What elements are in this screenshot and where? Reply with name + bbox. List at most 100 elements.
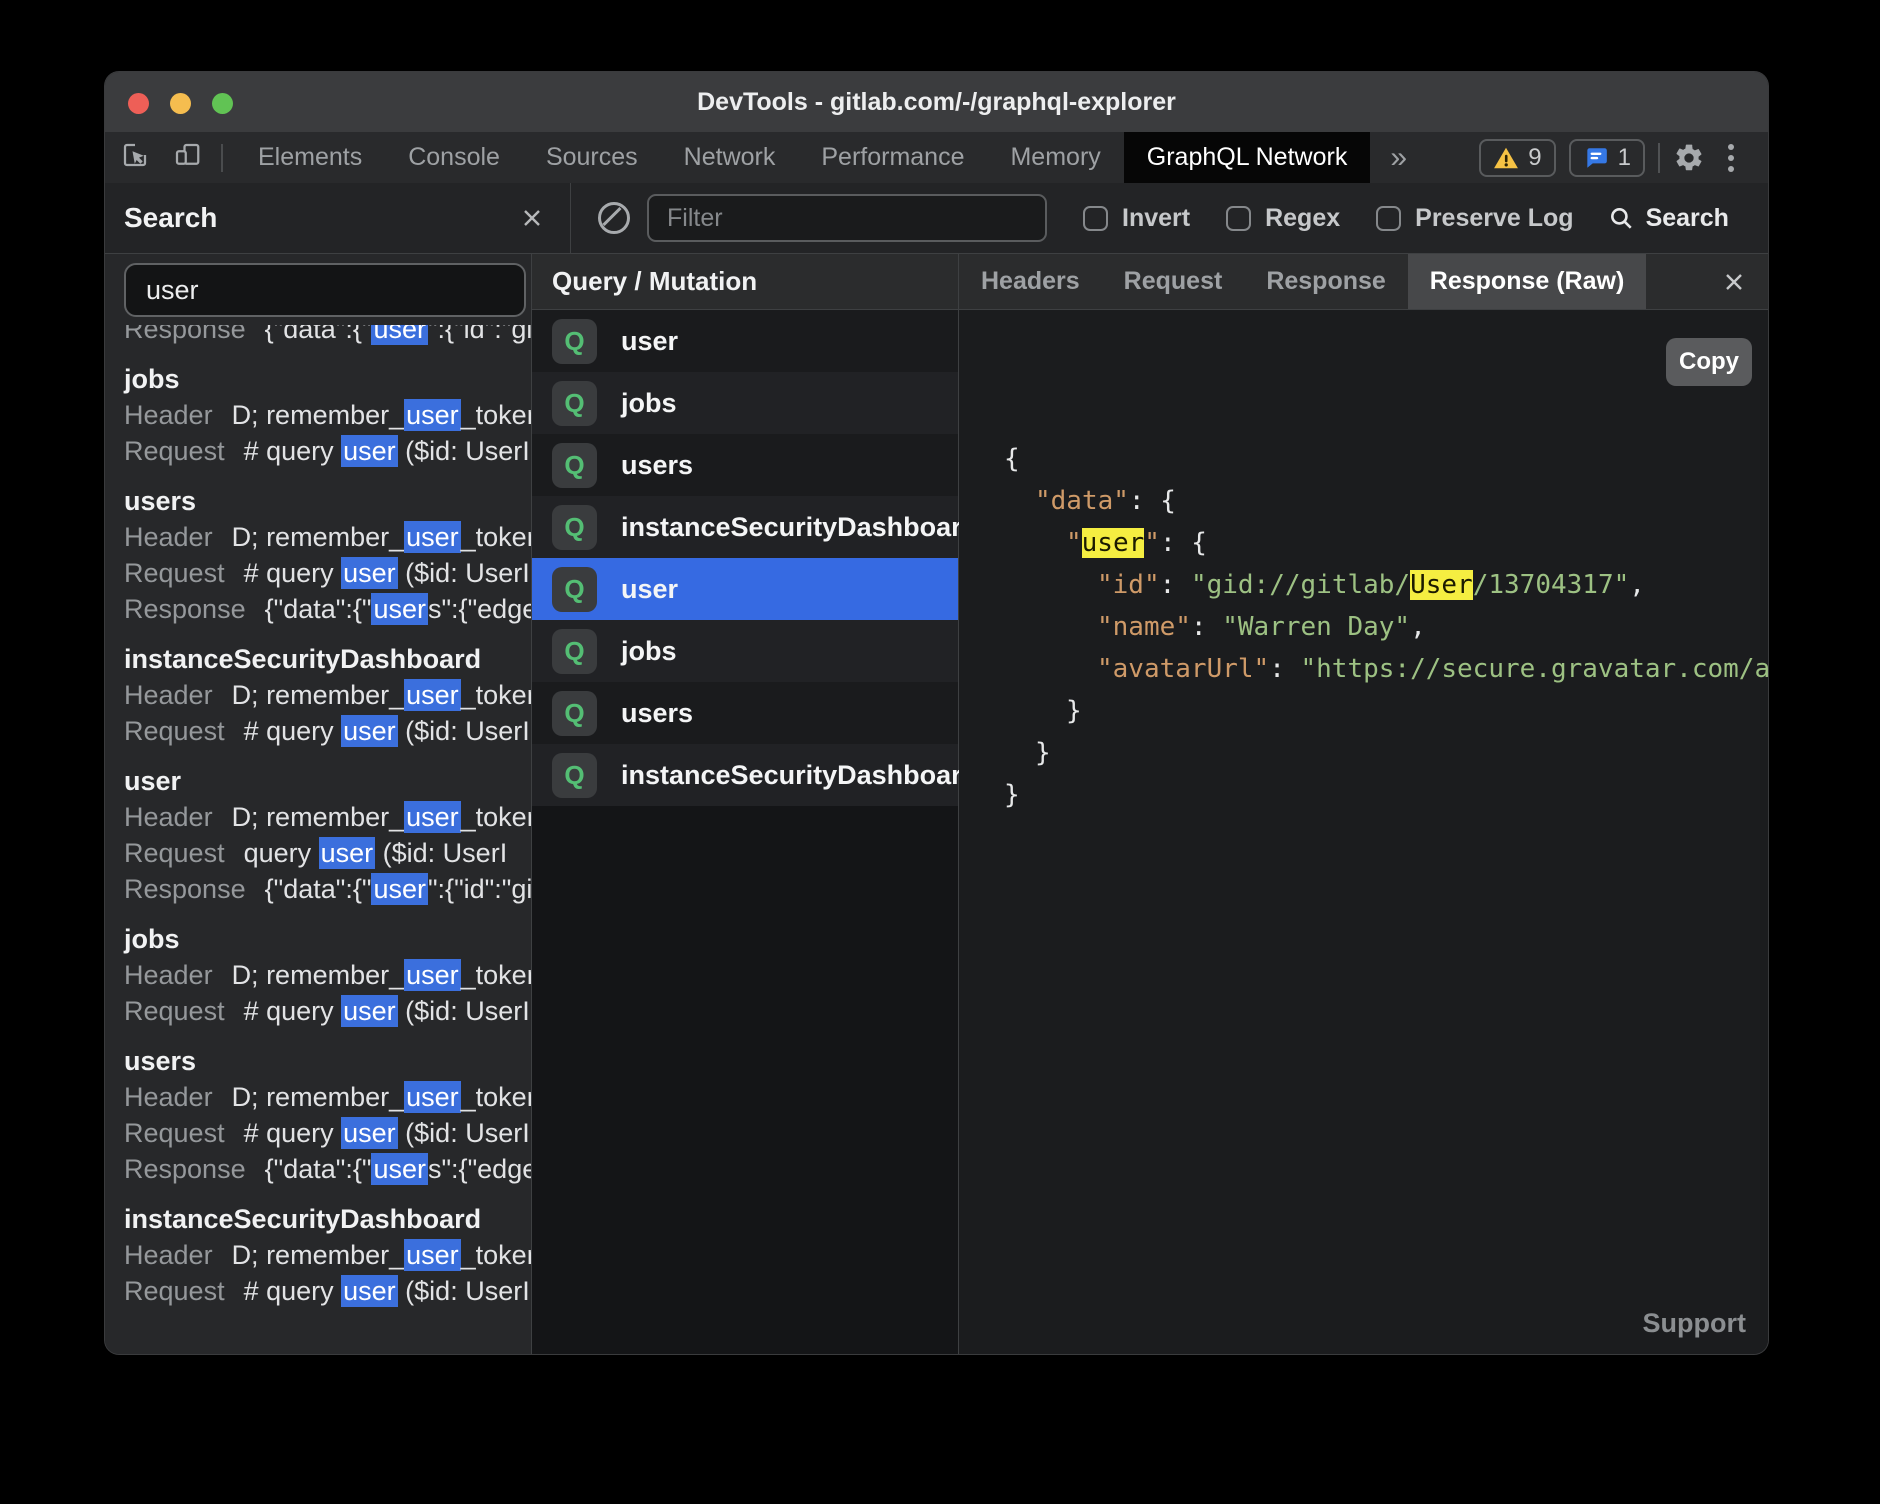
- search-result-group-title[interactable]: jobs: [124, 361, 531, 397]
- checkbox-box-icon[interactable]: [1226, 206, 1251, 231]
- match-highlight: user: [371, 593, 428, 625]
- search-result-line[interactable]: Request# query user ($id: UserI: [124, 1273, 531, 1309]
- json-line: {: [1004, 438, 1768, 480]
- tab-performance[interactable]: Performance: [798, 132, 987, 183]
- detail-tab-headers[interactable]: Headers: [959, 254, 1102, 309]
- tab-sources[interactable]: Sources: [523, 132, 661, 183]
- checkbox-preserve-log[interactable]: Preserve Log: [1376, 204, 1573, 233]
- search-result-group-title[interactable]: instanceSecurityDashboard: [124, 641, 531, 677]
- match-highlight: user: [341, 1117, 398, 1149]
- filter-input[interactable]: [647, 194, 1047, 242]
- search-result-group-title[interactable]: users: [124, 483, 531, 519]
- search-result-group-title[interactable]: users: [124, 1043, 531, 1079]
- tab-graphql-network[interactable]: GraphQL Network: [1124, 132, 1371, 183]
- result-line-label: Header: [124, 1082, 213, 1112]
- zoom-window-button[interactable]: [212, 93, 233, 114]
- settings-button[interactable]: [1673, 142, 1705, 174]
- clear-requests-icon[interactable]: [598, 202, 630, 234]
- match-highlight: user: [371, 325, 428, 345]
- match-highlight: user: [341, 557, 398, 589]
- issues-badge[interactable]: 1: [1569, 139, 1645, 177]
- search-result-line[interactable]: Response{"data":{"users":{"edges: [124, 1151, 531, 1187]
- search-result-line[interactable]: HeaderD; remember_user_token=e: [124, 957, 531, 993]
- search-result-line[interactable]: HeaderD; remember_user_token=e: [124, 519, 531, 555]
- result-line-label: Response: [124, 325, 246, 344]
- search-input[interactable]: [124, 263, 526, 317]
- search-result-line[interactable]: HeaderD; remember_user_token=e: [124, 677, 531, 713]
- checkbox-box-icon[interactable]: [1083, 206, 1108, 231]
- search-result-line[interactable]: HeaderD; remember_user_token=e: [124, 1079, 531, 1115]
- tab-memory[interactable]: Memory: [987, 132, 1123, 183]
- inspect-element-button[interactable]: [113, 132, 157, 183]
- search-result-line[interactable]: Response{"data":{"user":{"id":"gid: [124, 325, 531, 347]
- json-line: }: [1004, 774, 1768, 816]
- warning-count: 9: [1528, 144, 1541, 172]
- result-line-label: Response: [124, 874, 246, 904]
- copy-button[interactable]: Copy: [1666, 338, 1752, 386]
- query-list-item-jobs[interactable]: Qjobs: [532, 372, 958, 434]
- checkbox-regex[interactable]: Regex: [1226, 204, 1340, 233]
- tab-network[interactable]: Network: [661, 132, 799, 183]
- device-toolbar-icon: [172, 140, 202, 175]
- query-list: QuserQjobsQusersQinstanceSecurityDashboa…: [532, 310, 958, 806]
- response-raw-view: {"data": {"user": {"id": "gid://gitlab/U…: [959, 310, 1768, 1354]
- search-result-line[interactable]: Response{"data":{"users":{"edges: [124, 591, 531, 627]
- chat-bubble-icon: [1583, 145, 1609, 171]
- support-link[interactable]: Support: [1643, 1302, 1746, 1344]
- close-detail-panel-button[interactable]: [1714, 254, 1754, 309]
- search-result-group: instanceSecurityDashboardHeaderD; rememb…: [124, 1201, 531, 1309]
- detail-tab-bar: HeadersRequestResponseResponse (Raw): [959, 254, 1768, 310]
- match-highlight: user: [341, 715, 398, 747]
- search-result-line[interactable]: Request# query user ($id: UserI: [124, 1115, 531, 1151]
- match-highlight: user: [404, 1081, 461, 1113]
- search-result-group: jobsHeaderD; remember_user_token=eReques…: [124, 361, 531, 469]
- checkbox-invert[interactable]: Invert: [1083, 204, 1190, 233]
- search-result-line[interactable]: HeaderD; remember_user_token=e: [124, 397, 531, 433]
- search-result-line[interactable]: HeaderD; remember_user_token=e: [124, 799, 531, 835]
- match-highlight: user: [404, 959, 461, 991]
- tab-console[interactable]: Console: [385, 132, 523, 183]
- search-result-group-title[interactable]: instanceSecurityDashboard: [124, 1201, 531, 1237]
- close-search-panel-button[interactable]: [514, 200, 550, 236]
- search-result-line[interactable]: Request# query user ($id: UserI: [124, 555, 531, 591]
- search-result-line[interactable]: HeaderD; remember_user_token=e: [124, 1237, 531, 1273]
- query-item-label: jobs: [621, 388, 677, 419]
- checkbox-box-icon[interactable]: [1376, 206, 1401, 231]
- main-content: Response{"data":{"user":{"id":"gidjobsHe…: [105, 254, 1768, 1354]
- result-line-label: Header: [124, 680, 213, 710]
- close-window-button[interactable]: [128, 93, 149, 114]
- detail-tab-response-raw[interactable]: Response (Raw): [1408, 254, 1646, 309]
- device-toolbar-button[interactable]: [165, 132, 209, 183]
- query-list-item-user[interactable]: Quser: [532, 558, 958, 620]
- query-list-item-users[interactable]: Qusers: [532, 434, 958, 496]
- title-bar: DevTools - gitlab.com/-/graphql-explorer: [105, 72, 1768, 132]
- query-list-item-instancesecuritydashboard[interactable]: QinstanceSecurityDashboard: [532, 744, 958, 806]
- search-result-line[interactable]: Response{"data":{"user":{"id":"gid: [124, 871, 531, 907]
- detail-tab-response[interactable]: Response: [1244, 254, 1407, 309]
- query-item-label: user: [621, 574, 678, 605]
- search-result-group-title[interactable]: user: [124, 763, 531, 799]
- more-options-button[interactable]: [1718, 144, 1744, 172]
- search-result-line[interactable]: Request# query user ($id: UserI: [124, 993, 531, 1029]
- search-result-group-title[interactable]: jobs: [124, 921, 531, 957]
- search-result-line[interactable]: Requestquery user ($id: UserI: [124, 835, 531, 871]
- detail-tab-request[interactable]: Request: [1102, 254, 1245, 309]
- query-item-label: jobs: [621, 636, 677, 667]
- search-toggle-button[interactable]: Search: [1608, 204, 1729, 233]
- search-result-line[interactable]: Request# query user ($id: UserI: [124, 713, 531, 749]
- more-tabs-button[interactable]: »: [1370, 132, 1427, 183]
- toolbar-divider: [221, 144, 223, 172]
- match-highlight: user: [371, 1153, 428, 1185]
- query-list-item-jobs[interactable]: Qjobs: [532, 620, 958, 682]
- warnings-badge[interactable]: 9: [1479, 139, 1555, 177]
- response-detail-panel: HeadersRequestResponseResponse (Raw) {"d…: [959, 254, 1768, 1354]
- query-list-item-user[interactable]: Quser: [532, 310, 958, 372]
- tab-strip: ElementsConsoleSourcesNetworkPerformance…: [235, 132, 1370, 183]
- devtools-tab-bar: ElementsConsoleSourcesNetworkPerformance…: [105, 132, 1768, 183]
- search-result-group: userHeaderD; remember_user_token=eReques…: [124, 763, 531, 907]
- minimize-window-button[interactable]: [170, 93, 191, 114]
- search-result-line[interactable]: Request# query user ($id: UserI: [124, 433, 531, 469]
- query-list-item-instancesecuritydashboard[interactable]: QinstanceSecurityDashboard: [532, 496, 958, 558]
- tab-elements[interactable]: Elements: [235, 132, 385, 183]
- query-list-item-users[interactable]: Qusers: [532, 682, 958, 744]
